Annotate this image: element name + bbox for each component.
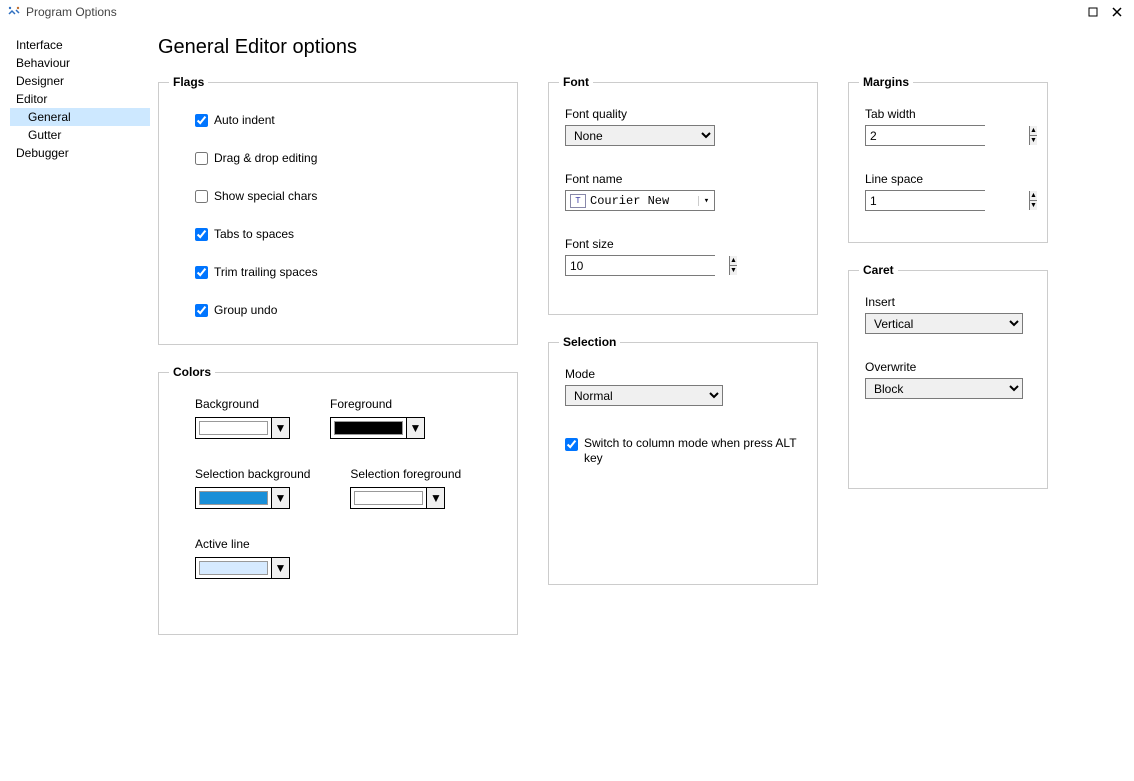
titlebar: Program Options (0, 0, 1134, 24)
checkbox-show-special[interactable]: Show special chars (195, 189, 501, 203)
close-button[interactable] (1106, 3, 1128, 21)
spin-up-icon[interactable]: ▲ (1030, 191, 1037, 201)
spin-up-icon[interactable]: ▲ (1030, 126, 1037, 136)
group-selection-legend: Selection (559, 335, 620, 349)
label-active-line: Active line (195, 537, 501, 551)
label-tab-width: Tab width (865, 107, 1031, 121)
sidebar-item-debugger[interactable]: Debugger (10, 144, 150, 162)
group-font: Font Font quality None Font name T Couri… (548, 75, 818, 315)
colorpicker-sel-fg[interactable]: ▼ (350, 487, 445, 509)
page-title: General Editor options (158, 36, 1124, 59)
font-icon: T (570, 194, 586, 208)
checkbox-tabs-spaces[interactable]: Tabs to spaces (195, 227, 501, 241)
sidebar: Interface Behaviour Designer Editor Gene… (10, 32, 150, 771)
colorpicker-sel-bg[interactable]: ▼ (195, 487, 290, 509)
spinner-font-size[interactable]: ▲▼ (565, 255, 715, 276)
group-selection: Selection Mode Normal Switch to column m… (548, 335, 818, 585)
label-sel-fg: Selection foreground (350, 467, 461, 481)
label-insert: Insert (865, 295, 1031, 309)
checkbox-drag-drop[interactable]: Drag & drop editing (195, 151, 501, 165)
sidebar-item-behaviour[interactable]: Behaviour (10, 54, 150, 72)
checkbox-group-undo[interactable]: Group undo (195, 303, 501, 317)
group-margins: Margins Tab width ▲▼ Line space ▲▼ (848, 75, 1048, 243)
label-background: Background (195, 397, 290, 411)
label-font-name: Font name (565, 172, 801, 186)
colorpicker-active-line[interactable]: ▼ (195, 557, 290, 579)
spin-down-icon[interactable]: ▼ (730, 266, 737, 275)
sidebar-item-editor[interactable]: Editor (10, 90, 150, 108)
colorpicker-foreground[interactable]: ▼ (330, 417, 425, 439)
group-margins-legend: Margins (859, 75, 913, 89)
app-icon (6, 4, 22, 20)
group-flags-legend: Flags (169, 75, 208, 89)
group-colors: Colors Background ▼ Foreground ▼ (158, 365, 518, 635)
spin-down-icon[interactable]: ▼ (1030, 136, 1037, 145)
maximize-button[interactable] (1082, 3, 1104, 21)
checkbox-alt-column[interactable]: Switch to column mode when press ALT key (565, 436, 801, 466)
spin-down-icon[interactable]: ▼ (1030, 201, 1037, 210)
select-overwrite[interactable]: Block (865, 378, 1023, 399)
group-caret: Caret Insert Vertical Overwrite Block (848, 263, 1048, 489)
group-caret-legend: Caret (859, 263, 898, 277)
select-mode[interactable]: Normal (565, 385, 723, 406)
select-insert[interactable]: Vertical (865, 313, 1023, 334)
sidebar-item-designer[interactable]: Designer (10, 72, 150, 90)
label-line-space: Line space (865, 172, 1031, 186)
label-sel-bg: Selection background (195, 467, 310, 481)
colorpicker-background[interactable]: ▼ (195, 417, 290, 439)
spinner-tab-width[interactable]: ▲▼ (865, 125, 985, 146)
window-title: Program Options (26, 5, 117, 19)
label-foreground: Foreground (330, 397, 425, 411)
sidebar-item-interface[interactable]: Interface (10, 36, 150, 54)
label-font-quality: Font quality (565, 107, 801, 121)
select-font-name[interactable]: T Courier New ▾ (565, 190, 715, 211)
label-mode: Mode (565, 367, 801, 381)
spin-up-icon[interactable]: ▲ (730, 256, 737, 266)
sidebar-item-gutter[interactable]: Gutter (10, 126, 150, 144)
spinner-line-space[interactable]: ▲▼ (865, 190, 985, 211)
group-flags: Flags Auto indent Drag & drop editing Sh… (158, 75, 518, 345)
group-colors-legend: Colors (169, 365, 215, 379)
checkbox-auto-indent[interactable]: Auto indent (195, 113, 501, 127)
checkbox-trim-trailing[interactable]: Trim trailing spaces (195, 265, 501, 279)
label-overwrite: Overwrite (865, 360, 1031, 374)
select-font-quality[interactable]: None (565, 125, 715, 146)
group-font-legend: Font (559, 75, 593, 89)
chevron-down-icon: ▾ (698, 196, 714, 206)
sidebar-item-general[interactable]: General (10, 108, 150, 126)
label-font-size: Font size (565, 237, 801, 251)
